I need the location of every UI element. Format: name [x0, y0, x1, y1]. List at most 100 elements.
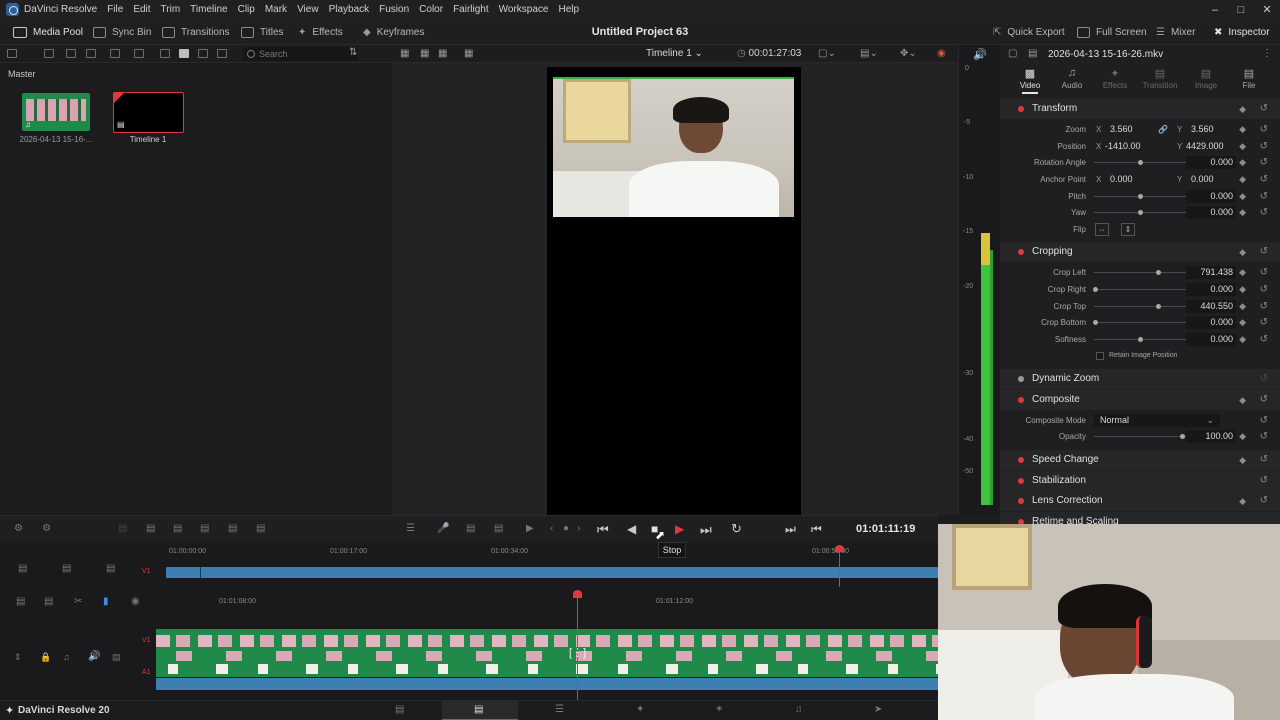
- reset-icon[interactable]: ↺: [1260, 99, 1268, 119]
- tab-file[interactable]: ▤ File: [1229, 67, 1269, 90]
- next-edit-icon[interactable]: ›: [577, 523, 580, 534]
- menu-mark[interactable]: Mark: [265, 4, 287, 15]
- marker-dot-icon[interactable]: ●: [563, 523, 569, 534]
- reset-icon[interactable]: ↺: [1260, 188, 1268, 205]
- mixer-button[interactable]: ☰ Mixer: [1156, 19, 1195, 45]
- dual-viewer-icon[interactable]: ▦: [464, 48, 473, 59]
- opacity-field[interactable]: 100.00: [1186, 430, 1236, 443]
- go-to-start-icon[interactable]: ⏮: [597, 522, 609, 538]
- reset-icon[interactable]: ↺: [1260, 264, 1268, 281]
- media-page-icon[interactable]: ▤: [395, 704, 404, 715]
- slider-knob[interactable]: [1180, 434, 1185, 439]
- timeline-options-icon[interactable]: ⚙: [14, 523, 23, 534]
- position-y-field[interactable]: 4429.000: [1186, 140, 1224, 153]
- zoom-x-field[interactable]: 3.560: [1110, 123, 1133, 136]
- timeline-thumbnail[interactable]: ▤: [113, 92, 184, 133]
- crop-top-field[interactable]: 440.550: [1186, 300, 1236, 313]
- link-icon[interactable]: 🔗: [1158, 121, 1168, 138]
- sync-icon[interactable]: [110, 49, 120, 58]
- reset-icon[interactable]: ↺: [1260, 471, 1268, 491]
- crop-left-slider[interactable]: [1094, 270, 1192, 275]
- quick-export-button[interactable]: ⇱ Quick Export: [993, 19, 1065, 45]
- menu-edit[interactable]: Edit: [133, 4, 150, 15]
- reset-icon[interactable]: ↺: [1260, 412, 1268, 429]
- track-settings-icon[interactable]: ▤: [18, 563, 27, 574]
- jog-icon[interactable]: ▶: [526, 523, 534, 534]
- overlay-icon[interactable]: ✥⌄: [900, 48, 917, 59]
- trim-tool-icon[interactable]: ▤: [44, 596, 53, 607]
- snap-icon[interactable]: ⚙: [42, 523, 51, 534]
- detail-timeline[interactable]: ▤ ▤ ✂ ▮ ◉ 01:01:08:00 01:01:12:00 ⇕ 🔒 ♫ …: [0, 588, 938, 700]
- sort-icon[interactable]: ⇅: [349, 47, 357, 58]
- menu-playback[interactable]: Playback: [329, 4, 370, 15]
- safe-area-icon[interactable]: ▦: [420, 48, 429, 59]
- softness-slider[interactable]: [1094, 337, 1192, 342]
- link-icon[interactable]: [86, 49, 96, 58]
- menu-help[interactable]: Help: [558, 4, 579, 15]
- softness-field[interactable]: 0.000: [1186, 333, 1236, 346]
- crop-top-slider[interactable]: [1094, 304, 1192, 309]
- stabilization-section[interactable]: Stabilization ↺: [1000, 471, 1280, 491]
- audio-tools-icon[interactable]: ▤: [466, 523, 475, 534]
- keyframe-icon[interactable]: ◆: [1239, 138, 1246, 155]
- menu-color[interactable]: Color: [419, 4, 443, 15]
- color-space-icon[interactable]: ◉: [937, 48, 946, 59]
- go-to-end-icon[interactable]: ⏭: [700, 522, 712, 538]
- thumbnail-view-icon[interactable]: [179, 49, 189, 58]
- anchor-x-field[interactable]: 0.000: [1110, 173, 1133, 186]
- flip-vertical-icon[interactable]: ⇕: [1121, 223, 1135, 236]
- composite-mode-select[interactable]: Normal ⌄: [1094, 414, 1220, 427]
- grid-icon[interactable]: ▦: [438, 48, 447, 59]
- crop-bottom-field[interactable]: 0.000: [1186, 316, 1236, 329]
- menu-timeline[interactable]: Timeline: [190, 4, 227, 15]
- new-bin-icon[interactable]: [44, 49, 54, 58]
- menu-app[interactable]: DaVinci Resolve: [24, 4, 97, 15]
- volume-icon[interactable]: 🔊: [88, 651, 100, 662]
- viewer-mode-icon[interactable]: ▢⌄: [818, 48, 836, 59]
- keyframe-icon[interactable]: ◆: [1239, 242, 1246, 262]
- enable-dot-icon[interactable]: [1018, 106, 1024, 112]
- lock-icon[interactable]: 🔒: [40, 652, 51, 663]
- deliver-page-icon[interactable]: ➤: [874, 704, 882, 715]
- timeline-selector[interactable]: Timeline 1 ⌄: [646, 48, 703, 59]
- enable-dot-icon[interactable]: [1018, 478, 1024, 484]
- crop-bottom-slider[interactable]: [1093, 320, 1192, 325]
- cut-page-tab[interactable]: ▤: [442, 701, 518, 720]
- reset-icon[interactable]: ↺: [1260, 369, 1268, 389]
- mark-out-icon[interactable]: ⏭: [785, 522, 796, 537]
- insert-icon[interactable]: ▤: [146, 523, 155, 534]
- rotation-slider[interactable]: [1094, 160, 1192, 165]
- headphones-icon[interactable]: ♫: [63, 652, 70, 662]
- enable-dot-icon[interactable]: [1018, 397, 1024, 403]
- viewer[interactable]: [392, 63, 958, 515]
- transform-mode-icon[interactable]: ▤⌄: [860, 48, 878, 59]
- lens-correction-section[interactable]: Lens Correction ◆ ↺: [1000, 491, 1280, 511]
- view-toggle-icon[interactable]: [134, 49, 144, 58]
- reset-icon[interactable]: ↺: [1260, 154, 1268, 171]
- keyframe-icon[interactable]: ◆: [1239, 314, 1246, 331]
- menu-fusion[interactable]: Fusion: [379, 4, 409, 15]
- menu-fairlight[interactable]: Fairlight: [453, 4, 489, 15]
- close-icon[interactable]: ✕: [1254, 3, 1280, 16]
- keyframe-icon[interactable]: ◆: [1239, 188, 1246, 205]
- tab-audio[interactable]: ♫ Audio: [1052, 67, 1092, 90]
- keyframe-icon[interactable]: ◆: [1239, 331, 1246, 348]
- overview-clip[interactable]: [166, 567, 938, 578]
- menu-file[interactable]: File: [107, 4, 123, 15]
- list-view-icon[interactable]: [198, 49, 208, 58]
- composite-section[interactable]: Composite ◆ ↺: [1000, 390, 1280, 410]
- anchor-y-field[interactable]: 0.000: [1191, 173, 1214, 186]
- speed-change-section[interactable]: Speed Change ◆ ↺: [1000, 450, 1280, 470]
- media-pool-button[interactable]: Media Pool: [13, 19, 83, 45]
- menu-clip[interactable]: Clip: [238, 4, 255, 15]
- reset-icon[interactable]: ↺: [1260, 121, 1268, 138]
- reset-icon[interactable]: ↺: [1260, 138, 1268, 155]
- fit-to-fill-icon[interactable]: ▤: [228, 523, 237, 534]
- keyframe-icon[interactable]: ◆: [1239, 99, 1246, 119]
- overwrite-icon[interactable]: ▤: [173, 523, 182, 534]
- pitch-slider[interactable]: [1094, 194, 1192, 199]
- reset-icon[interactable]: ↺: [1260, 314, 1268, 331]
- reset-icon[interactable]: ↺: [1260, 204, 1268, 221]
- slider-knob[interactable]: [1138, 210, 1143, 215]
- search-input[interactable]: Search: [243, 47, 358, 61]
